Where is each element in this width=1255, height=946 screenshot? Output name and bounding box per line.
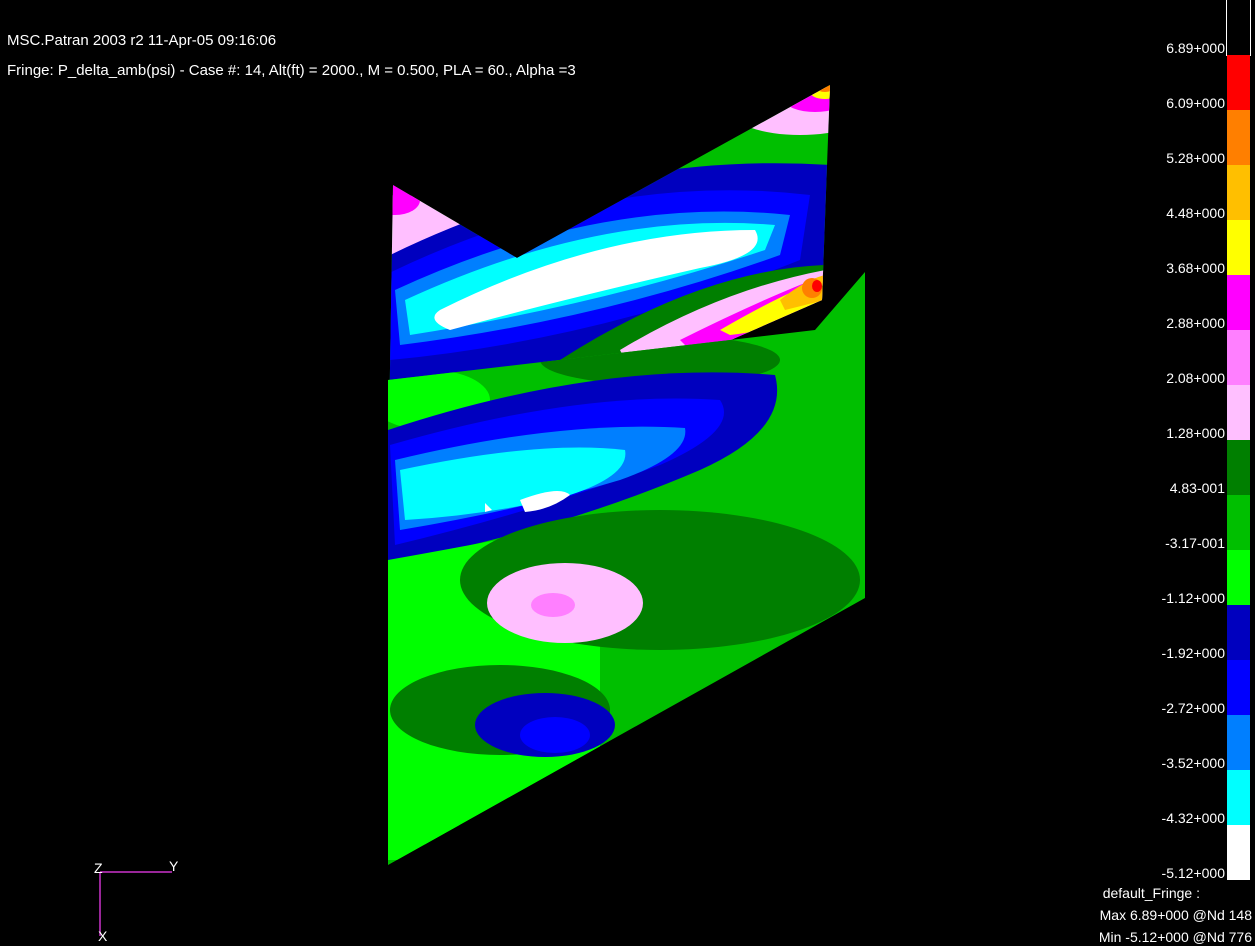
legend-swatch (1227, 165, 1250, 220)
legend-label: 6.89+000 (1166, 40, 1225, 56)
axis-triad (99, 871, 172, 936)
fringe-name: default_Fringe : (1102, 885, 1200, 901)
axis-z-label: Z (94, 860, 103, 876)
legend-swatch (1227, 440, 1250, 495)
legend-swatch (1227, 825, 1250, 880)
legend-label: 6.09+000 (1166, 95, 1225, 111)
legend-label: -1.12+000 (1161, 590, 1225, 606)
legend-swatch (1227, 330, 1250, 385)
fringe-plot-viewport[interactable] (0, 0, 1255, 946)
legend-swatch (1227, 770, 1250, 825)
legend-swatch (1227, 55, 1250, 110)
legend-swatch (1227, 275, 1250, 330)
legend-label: -1.92+000 (1161, 645, 1225, 661)
legend-label: -4.32+000 (1161, 810, 1225, 826)
axis-y-label: Y (169, 858, 179, 874)
fringe-max: Max 6.89+000 @Nd 148 (1099, 907, 1252, 923)
legend-swatch (1227, 110, 1250, 165)
legend-swatch (1227, 385, 1250, 440)
legend-swatch (1227, 605, 1250, 660)
legend-swatch (1227, 550, 1250, 605)
legend-label: 4.83-001 (1169, 480, 1225, 496)
legend-label: -5.12+000 (1161, 865, 1225, 881)
legend-label: 2.88+000 (1166, 315, 1225, 331)
legend-swatch (1227, 495, 1250, 550)
legend-swatch (1227, 220, 1250, 275)
legend-swatch (1226, 0, 1251, 56)
axis-x-label: X (98, 928, 108, 944)
legend-label: 1.28+000 (1166, 425, 1225, 441)
legend-label: 5.28+000 (1166, 150, 1225, 166)
fringe-min: Min -5.12+000 @Nd 776 (1098, 929, 1252, 945)
legend-swatch (1227, 715, 1250, 770)
legend-label: -3.52+000 (1161, 755, 1225, 771)
legend-label: -3.17-001 (1165, 535, 1225, 551)
legend-label: 2.08+000 (1166, 370, 1225, 386)
legend-label: 4.48+000 (1166, 205, 1225, 221)
legend-label: 3.68+000 (1166, 260, 1225, 276)
legend-label: -2.72+000 (1161, 700, 1225, 716)
legend-swatch (1227, 660, 1250, 715)
